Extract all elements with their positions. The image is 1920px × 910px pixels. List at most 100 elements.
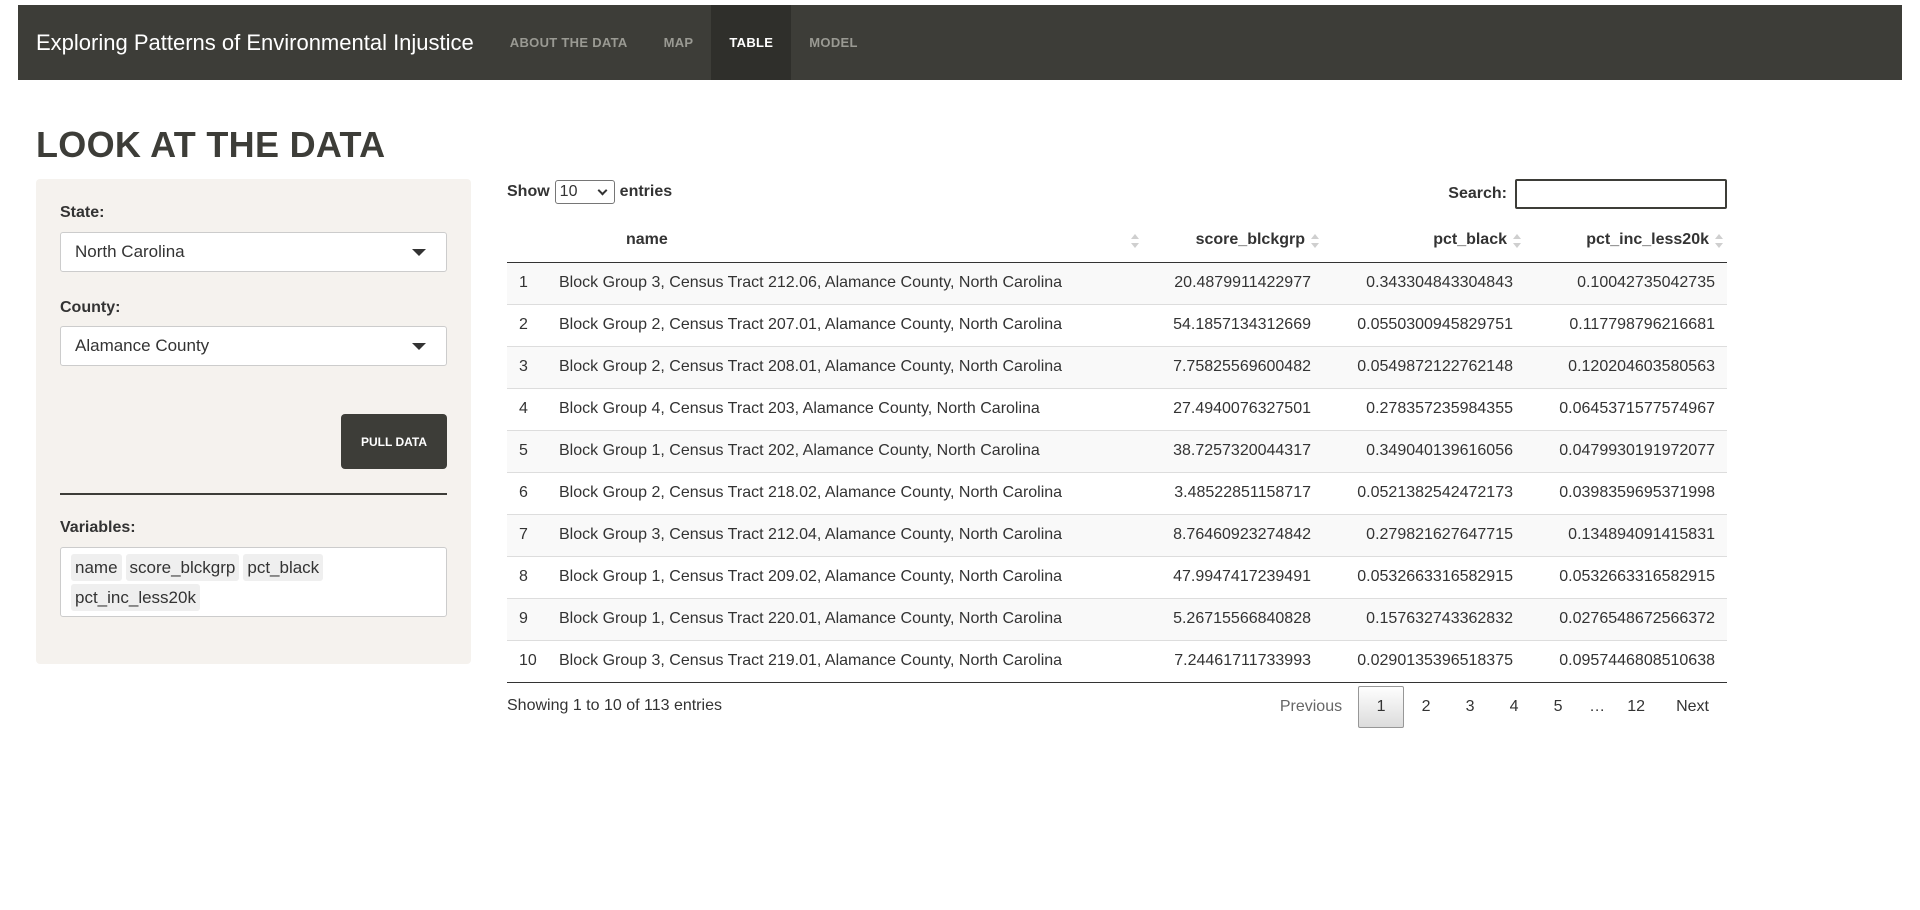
cell-pct-black: 0.343304843304843 bbox=[1366, 274, 1513, 291]
column-header-name[interactable]: name bbox=[557, 218, 1143, 263]
tab-model[interactable]: MODEL bbox=[791, 5, 875, 80]
pull-data-button[interactable]: PULL DATA bbox=[341, 414, 447, 469]
cell-name: Block Group 1, Census Tract 202, Alamanc… bbox=[557, 429, 1143, 472]
column-header-index bbox=[507, 218, 557, 263]
page-button-3[interactable]: 3 bbox=[1448, 686, 1492, 728]
row-index: 9 bbox=[507, 597, 557, 640]
page-title: LOOK AT THE DATA bbox=[36, 124, 386, 165]
sort-icon bbox=[1715, 234, 1723, 248]
variable-chip[interactable]: name bbox=[71, 554, 122, 581]
state-select[interactable]: North Carolina bbox=[60, 232, 447, 272]
cell-pct-inc-less20k: 0.0479930191972077 bbox=[1525, 429, 1727, 472]
table-row[interactable]: 10 Block Group 3, Census Tract 219.01, A… bbox=[507, 639, 1727, 683]
cell-score-blckgrp: 20.4879911422977 bbox=[1174, 274, 1311, 291]
column-header-score-blckgrp[interactable]: score_blckgrp bbox=[1143, 218, 1323, 263]
entries-select[interactable]: 10 bbox=[554, 180, 615, 204]
row-index: 10 bbox=[507, 639, 557, 683]
caret-down-icon bbox=[412, 343, 426, 350]
row-index: 2 bbox=[507, 303, 557, 346]
cell-score-blckgrp: 7.75825569600482 bbox=[1143, 345, 1323, 388]
cell-score-blckgrp: 3.48522851158717 bbox=[1143, 471, 1323, 514]
table-row[interactable]: 1 Block Group 3, Census Tract 212.06, Al… bbox=[507, 262, 1727, 304]
sort-icon bbox=[1131, 234, 1139, 248]
page-button-2[interactable]: 2 bbox=[1404, 686, 1448, 728]
app-brand[interactable]: Exploring Patterns of Environmental Inju… bbox=[36, 30, 474, 56]
cell-pct-inc-less20k: 0.0957446808510638 bbox=[1525, 639, 1727, 683]
table-row[interactable]: 8 Block Group 1, Census Tract 209.02, Al… bbox=[507, 555, 1727, 598]
previous-page-button[interactable]: Previous bbox=[1264, 686, 1358, 728]
county-label: County: bbox=[60, 299, 121, 316]
cell-pct-inc-less20k: 0.0276548672566372 bbox=[1525, 597, 1727, 640]
state-select-value: North Carolina bbox=[75, 242, 185, 261]
cell-score-blckgrp: 27.4940076327501 bbox=[1143, 387, 1323, 430]
entries-select-value: 10 bbox=[559, 183, 578, 200]
pagination-ellipsis: … bbox=[1589, 698, 1606, 715]
search-label: Search: bbox=[1448, 185, 1507, 202]
tab-table[interactable]: TABLE bbox=[711, 5, 792, 80]
cell-pct-black: 0.157632743362832 bbox=[1323, 597, 1525, 640]
cell-name: Block Group 1, Census Tract 209.02, Alam… bbox=[557, 555, 1143, 598]
row-index: 5 bbox=[507, 429, 557, 472]
tab-map[interactable]: MAP bbox=[646, 5, 712, 80]
cell-pct-black: 0.278357235984355 bbox=[1323, 387, 1525, 430]
cell-pct-black: 0.0549872122762148 bbox=[1323, 345, 1525, 388]
cell-score-blckgrp: 8.76460923274842 bbox=[1143, 513, 1323, 556]
page-button-5[interactable]: 5 bbox=[1536, 686, 1580, 728]
variables-label: Variables: bbox=[60, 519, 136, 536]
show-entries-control: Show 10 entries bbox=[507, 180, 672, 204]
cell-pct-black: 0.0532663316582915 bbox=[1323, 555, 1525, 598]
cell-name: Block Group 2, Census Tract 208.01, Alam… bbox=[557, 345, 1143, 388]
cell-name: Block Group 3, Census Tract 219.01, Alam… bbox=[557, 639, 1143, 683]
sort-icon bbox=[1311, 234, 1319, 248]
table-row[interactable]: 9 Block Group 1, Census Tract 220.01, Al… bbox=[507, 597, 1727, 640]
county-select[interactable]: Alamance County bbox=[60, 326, 447, 366]
table-row[interactable]: 5 Block Group 1, Census Tract 202, Alama… bbox=[507, 429, 1727, 472]
next-page-button[interactable]: Next bbox=[1658, 686, 1727, 728]
state-label: State: bbox=[60, 204, 105, 221]
cell-name: Block Group 2, Census Tract 207.01, Alam… bbox=[557, 303, 1143, 346]
cell-score-blckgrp: 47.9947417239491 bbox=[1143, 555, 1323, 598]
cell-pct-black: 0.0290135396518375 bbox=[1323, 639, 1525, 683]
table-row[interactable]: 3 Block Group 2, Census Tract 208.01, Al… bbox=[507, 345, 1727, 388]
page-button-1[interactable]: 1 bbox=[1358, 686, 1405, 728]
pagination: Previous 1 2 3 4 5 … 12 Next bbox=[1264, 686, 1727, 728]
cell-pct-black: 0.349040139616056 bbox=[1323, 429, 1525, 472]
row-index: 7 bbox=[507, 513, 557, 556]
column-header-label: pct_inc_less20k bbox=[1586, 230, 1709, 248]
cell-score-blckgrp: 5.26715566840828 bbox=[1143, 597, 1323, 640]
cell-pct-black: 0.0521382542472173 bbox=[1323, 471, 1525, 514]
table-info: Showing 1 to 10 of 113 entries bbox=[507, 697, 722, 714]
row-index: 3 bbox=[507, 345, 557, 388]
table-header-row: name score_blckgrp pct_black pct_inc_les… bbox=[507, 218, 1727, 263]
row-index: 1 bbox=[519, 274, 528, 291]
table-row[interactable]: 7 Block Group 3, Census Tract 212.04, Al… bbox=[507, 513, 1727, 556]
cell-pct-inc-less20k: 0.117798796216681 bbox=[1525, 303, 1727, 346]
variables-multiselect[interactable]: name score_blckgrp pct_black pct_inc_les… bbox=[60, 547, 447, 617]
cell-pct-black: 0.0550300945829751 bbox=[1323, 303, 1525, 346]
column-header-pct-black[interactable]: pct_black bbox=[1323, 218, 1525, 263]
cell-score-blckgrp: 7.24461711733993 bbox=[1143, 639, 1323, 683]
cell-name: Block Group 4, Census Tract 203, Alamanc… bbox=[557, 387, 1143, 430]
search-input[interactable] bbox=[1515, 179, 1727, 209]
divider bbox=[60, 493, 447, 495]
table-body: 1 Block Group 3, Census Tract 212.06, Al… bbox=[507, 262, 1727, 683]
variable-chip[interactable]: pct_inc_less20k bbox=[71, 584, 200, 611]
variable-chip[interactable]: score_blckgrp bbox=[125, 554, 240, 581]
caret-down-icon bbox=[412, 249, 426, 256]
table-row[interactable]: 6 Block Group 2, Census Tract 218.02, Al… bbox=[507, 471, 1727, 514]
show-label: Show bbox=[507, 183, 550, 200]
column-header-pct-inc-less20k[interactable]: pct_inc_less20k bbox=[1525, 218, 1727, 263]
variable-chip[interactable]: pct_black bbox=[243, 554, 324, 581]
entries-label: entries bbox=[619, 183, 673, 200]
navbar: Exploring Patterns of Environmental Inju… bbox=[18, 5, 1902, 80]
cell-pct-inc-less20k: 0.0645371577574967 bbox=[1525, 387, 1727, 430]
table-row[interactable]: 2 Block Group 2, Census Tract 207.01, Al… bbox=[507, 303, 1727, 346]
tab-about-the-data[interactable]: ABOUT THE DATA bbox=[492, 5, 646, 80]
cell-pct-inc-less20k: 0.134894091415831 bbox=[1525, 513, 1727, 556]
cell-name: Block Group 3, Census Tract 212.06, Alam… bbox=[559, 274, 1063, 291]
table-search: Search: bbox=[1448, 179, 1727, 209]
cell-name: Block Group 1, Census Tract 220.01, Alam… bbox=[557, 597, 1143, 640]
page-button-4[interactable]: 4 bbox=[1492, 686, 1536, 728]
page-button-12[interactable]: 12 bbox=[1614, 686, 1658, 728]
table-row[interactable]: 4 Block Group 4, Census Tract 203, Alama… bbox=[507, 387, 1727, 430]
